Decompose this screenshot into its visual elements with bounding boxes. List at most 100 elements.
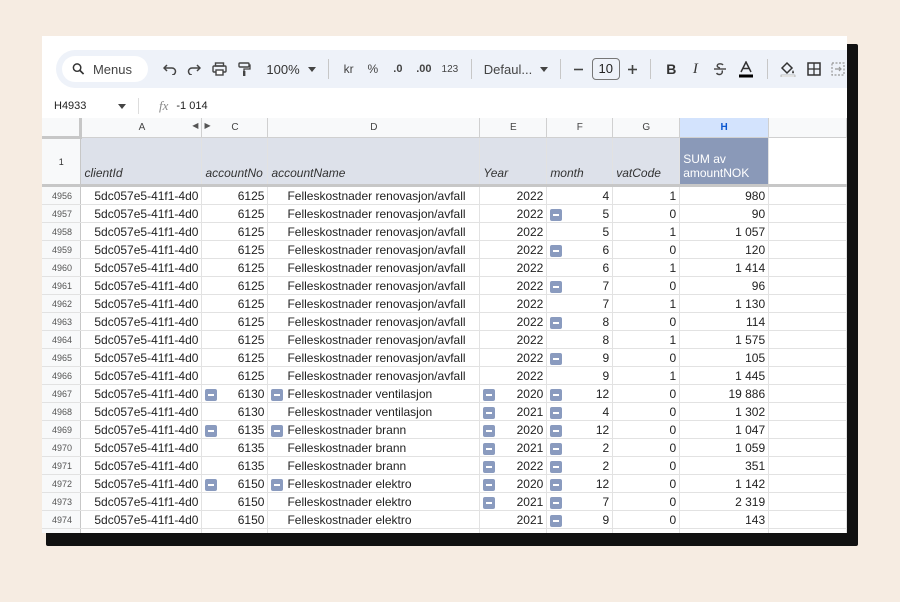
empty-cell[interactable]: [768, 222, 847, 241]
collapse-group-button[interactable]: [550, 244, 563, 257]
cell-year[interactable]: 2021: [479, 528, 548, 533]
cell-month[interactable]: 8: [546, 312, 614, 331]
row-number[interactable]: 4961: [42, 276, 82, 295]
cell-year[interactable]: 2022: [479, 258, 548, 277]
empty-cell[interactable]: [768, 312, 847, 331]
empty-cell[interactable]: [768, 185, 847, 205]
cell-vatcode[interactable]: 0: [612, 312, 681, 331]
cell-month[interactable]: 5: [546, 204, 614, 223]
cell-clientid[interactable]: 5dc057e5-41f1-4d0: [80, 185, 203, 205]
collapse-group-button[interactable]: [205, 478, 218, 491]
column-header-empty[interactable]: [768, 118, 847, 138]
strikethrough-button[interactable]: [707, 55, 733, 83]
cell-accountno[interactable]: 6125: [201, 185, 269, 205]
cell-accountno[interactable]: 6135: [201, 456, 269, 475]
cell-clientid[interactable]: 5dc057e5-41f1-4d0: [80, 276, 203, 295]
collapse-group-button[interactable]: [550, 496, 563, 509]
empty-cell[interactable]: [768, 402, 847, 421]
cell-month[interactable]: 2: [546, 438, 614, 457]
cell-sum-amount[interactable]: 1 059: [679, 438, 770, 457]
cell-month[interactable]: 12: [546, 420, 614, 439]
cell-month[interactable]: 6: [546, 258, 614, 277]
row-number[interactable]: 4963: [42, 312, 82, 331]
collapse-group-button[interactable]: [483, 496, 496, 509]
cell-year[interactable]: 2022: [479, 204, 548, 223]
field-header-clientid[interactable]: clientId: [80, 137, 203, 187]
cell-year[interactable]: 2020: [479, 420, 548, 439]
currency-format-button[interactable]: kr: [337, 55, 361, 83]
fill-color-button[interactable]: [776, 55, 800, 83]
cell-accountname[interactable]: Felleskostnader renovasjon/avfall: [267, 294, 481, 313]
bold-button[interactable]: B: [659, 55, 683, 83]
cell-sum-amount[interactable]: 1 047: [679, 420, 770, 439]
collapse-group-button[interactable]: [271, 388, 284, 401]
cell-vatcode[interactable]: 1: [612, 366, 681, 385]
cell-accountno[interactable]: 6125: [201, 240, 269, 259]
cell-year[interactable]: 2022: [479, 222, 548, 241]
cell-accountname[interactable]: Felleskostnader renovasjon/avfall: [267, 330, 481, 349]
cell-sum-amount[interactable]: 1 445: [679, 366, 770, 385]
undo-button[interactable]: [158, 55, 182, 83]
cell-accountname[interactable]: Felleskostnader renovasjon/avfall: [267, 204, 481, 223]
cell-clientid[interactable]: 5dc057e5-41f1-4d0: [80, 402, 203, 421]
cell-vatcode[interactable]: 0: [612, 492, 681, 511]
cell-accountno[interactable]: 6150: [201, 528, 269, 533]
cell-vatcode[interactable]: 1: [612, 258, 681, 277]
cell-sum-amount[interactable]: 1 575: [679, 330, 770, 349]
cell-sum-amount[interactable]: 2 878: [679, 528, 770, 533]
cell-accountname[interactable]: Felleskostnader elektro: [267, 510, 481, 529]
cell-year[interactable]: 2021: [479, 510, 548, 529]
collapse-group-button[interactable]: [483, 424, 496, 437]
empty-cell[interactable]: [768, 240, 847, 259]
cell-accountname[interactable]: Felleskostnader renovasjon/avfall: [267, 348, 481, 367]
cell-year[interactable]: 2020: [479, 384, 548, 403]
column-header[interactable]: G: [612, 118, 681, 138]
italic-button[interactable]: I: [683, 55, 707, 83]
collapse-group-button[interactable]: [271, 424, 284, 437]
cell-accountno[interactable]: 6150: [201, 510, 269, 529]
collapse-group-button[interactable]: [483, 406, 496, 419]
cell-clientid[interactable]: 5dc057e5-41f1-4d0: [80, 528, 203, 533]
cell-accountname[interactable]: Felleskostnader renovasjon/avfall: [267, 222, 481, 241]
row-number[interactable]: 4966: [42, 366, 82, 385]
cell-sum-amount[interactable]: 105: [679, 348, 770, 367]
select-all-corner[interactable]: [42, 118, 83, 139]
cell-accountno[interactable]: 6135: [201, 420, 269, 439]
cell-vatcode[interactable]: 0: [612, 240, 681, 259]
collapse-group-button[interactable]: [550, 388, 563, 401]
cell-accountno[interactable]: 6125: [201, 330, 269, 349]
cell-clientid[interactable]: 5dc057e5-41f1-4d0: [80, 366, 203, 385]
cell-accountno[interactable]: 6130: [201, 384, 269, 403]
cell-clientid[interactable]: 5dc057e5-41f1-4d0: [80, 348, 203, 367]
cell-year[interactable]: 2022: [479, 185, 548, 205]
empty-cell[interactable]: [768, 366, 847, 385]
field-header-year[interactable]: Year: [479, 137, 548, 187]
cell-sum-amount[interactable]: 90: [679, 204, 770, 223]
field-header-vatcode[interactable]: vatCode: [612, 137, 681, 187]
cell-clientid[interactable]: 5dc057e5-41f1-4d0: [80, 222, 203, 241]
empty-cell[interactable]: [768, 204, 847, 223]
cell-month[interactable]: 2: [546, 456, 614, 475]
font-size-decrease-button[interactable]: [569, 55, 588, 83]
row-number[interactable]: 4962: [42, 294, 82, 313]
empty-cell[interactable]: [768, 276, 847, 295]
cell-accountname[interactable]: Felleskostnader elektro: [267, 528, 481, 533]
percent-format-button[interactable]: %: [361, 55, 385, 83]
column-header[interactable]: ▶ C: [201, 118, 269, 138]
cell-year[interactable]: 2022: [479, 330, 548, 349]
cell-year[interactable]: 2022: [479, 456, 548, 475]
cell-accountno[interactable]: 6125: [201, 366, 269, 385]
column-header[interactable]: F: [546, 118, 614, 138]
cell-vatcode[interactable]: 1: [612, 294, 681, 313]
row-number[interactable]: 4970: [42, 438, 82, 457]
cell-sum-amount[interactable]: 1 142: [679, 474, 770, 493]
cell-sum-amount[interactable]: 96: [679, 276, 770, 295]
borders-button[interactable]: [801, 55, 829, 83]
empty-cell[interactable]: [768, 528, 847, 533]
collapse-group-button[interactable]: [550, 406, 563, 419]
cell-accountname[interactable]: Felleskostnader brann: [267, 456, 481, 475]
empty-cell[interactable]: [768, 384, 847, 403]
cell-sum-amount[interactable]: 980: [679, 185, 770, 205]
cell-month[interactable]: 11: [546, 528, 614, 533]
field-header-sum-amount[interactable]: SUM av amountNOK: [679, 137, 770, 187]
